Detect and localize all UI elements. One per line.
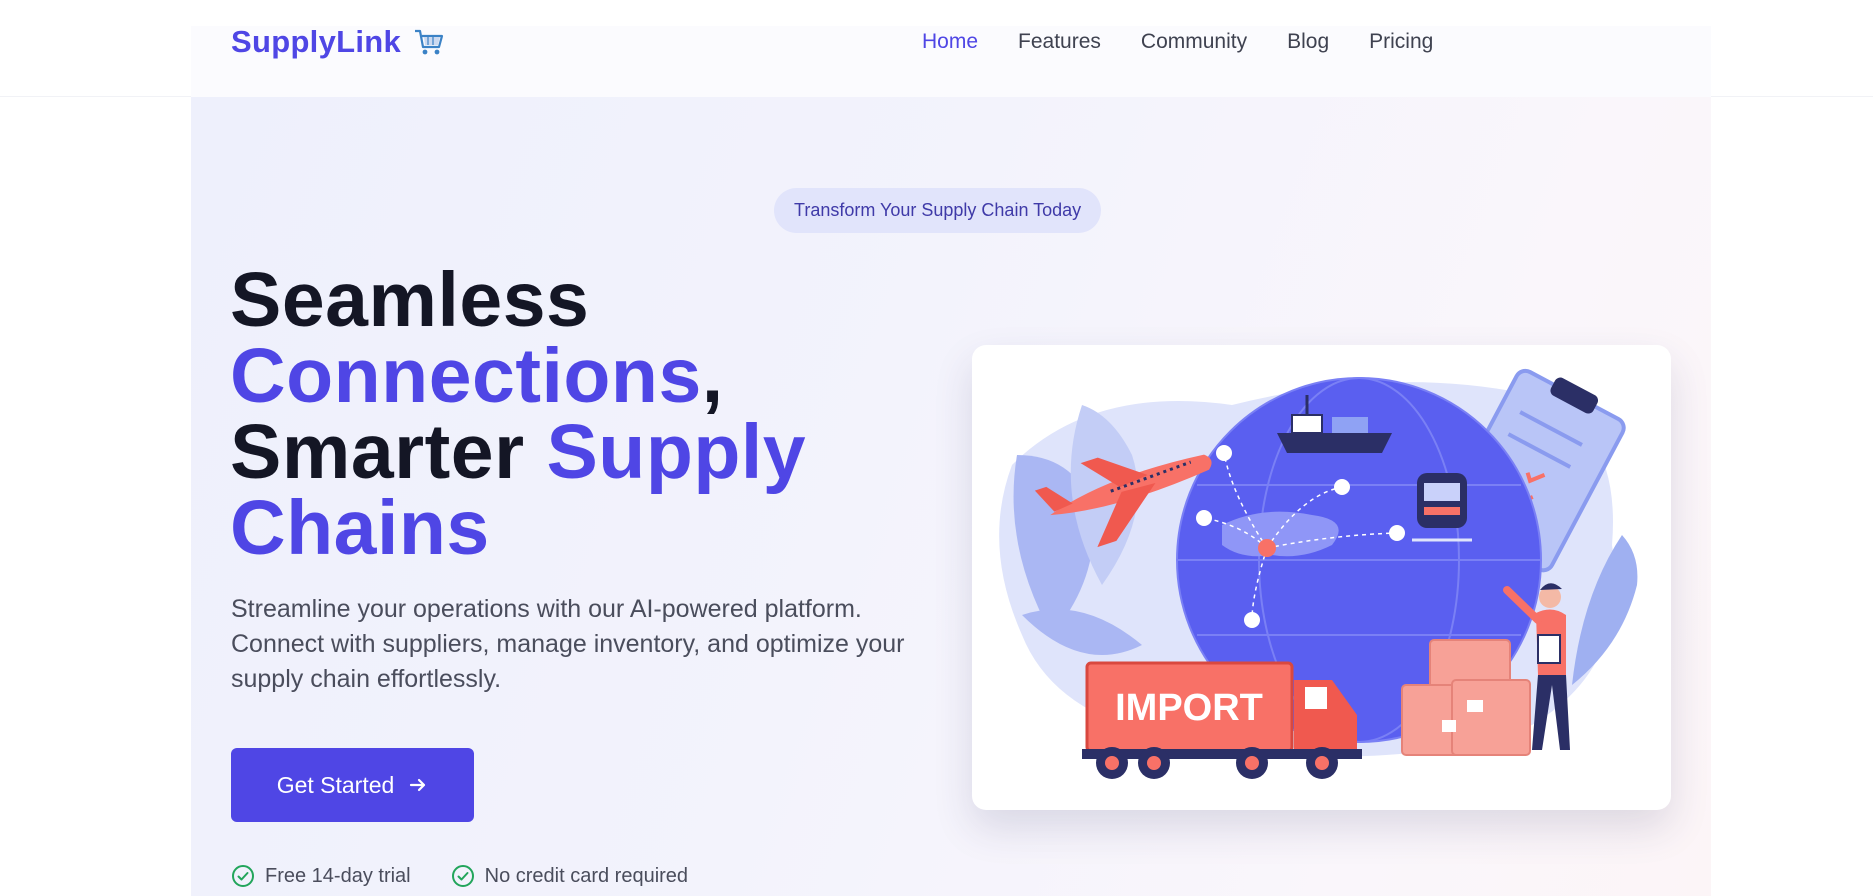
perk-item: Free 14-day trial [231, 864, 411, 888]
route-node [1216, 445, 1232, 461]
main-nav: Home Features Community Blog Pricing [922, 30, 1473, 54]
headline-accent-connections: Connections [230, 333, 702, 419]
perk-item: No credit card required [451, 864, 688, 888]
perk-label: Free 14-day trial [265, 864, 411, 887]
hero-headline: Seamless Connections, Smarter Supply Cha… [230, 262, 807, 567]
headline-line-1: Seamless [230, 257, 590, 343]
nav-item-community[interactable]: Community [1141, 30, 1247, 54]
nav-item-blog[interactable]: Blog [1287, 30, 1329, 54]
arrow-right-icon [410, 778, 426, 792]
headline-accent-supply: Supply [546, 409, 807, 495]
route-node [1334, 479, 1350, 495]
check-circle-icon [232, 865, 254, 887]
logistics-illustration: IMPORT [999, 368, 1638, 779]
nav-item-pricing[interactable]: Pricing [1369, 30, 1433, 54]
headline-smarter: Smarter [230, 409, 547, 495]
hero-subtext: Streamline your operations with our AI-p… [231, 595, 905, 693]
route-node [1389, 525, 1405, 541]
brand-name: SupplyLink [231, 24, 402, 59]
check-circle-icon [451, 865, 474, 887]
brand-logo[interactable]: SupplyLink [231, 24, 445, 60]
truck-label: IMPORT [1115, 687, 1263, 729]
headline-comma: , [701, 333, 724, 419]
continent-shape [1222, 511, 1339, 557]
route-node [1196, 510, 1212, 526]
perk-label: No credit card required [484, 864, 689, 887]
nav-item-home[interactable]: Home [922, 30, 978, 54]
get-started-button[interactable]: Get Started [231, 748, 474, 822]
hub-node [1258, 539, 1276, 557]
hero-badge: Transform Your Supply Chain Today [774, 188, 1102, 233]
nav-item-features[interactable]: Features [1018, 30, 1101, 54]
hero-perks: Free 14-day trial No credit card require… [231, 864, 688, 888]
get-started-label: Get Started [276, 771, 395, 798]
route-node [1244, 612, 1260, 628]
shopping-cart-icon [415, 29, 444, 55]
hero-illustration-card: IMPORT [972, 345, 1671, 810]
headline-accent-chains: Chains [230, 485, 490, 571]
truck-icon: IMPORT [1082, 661, 1362, 779]
